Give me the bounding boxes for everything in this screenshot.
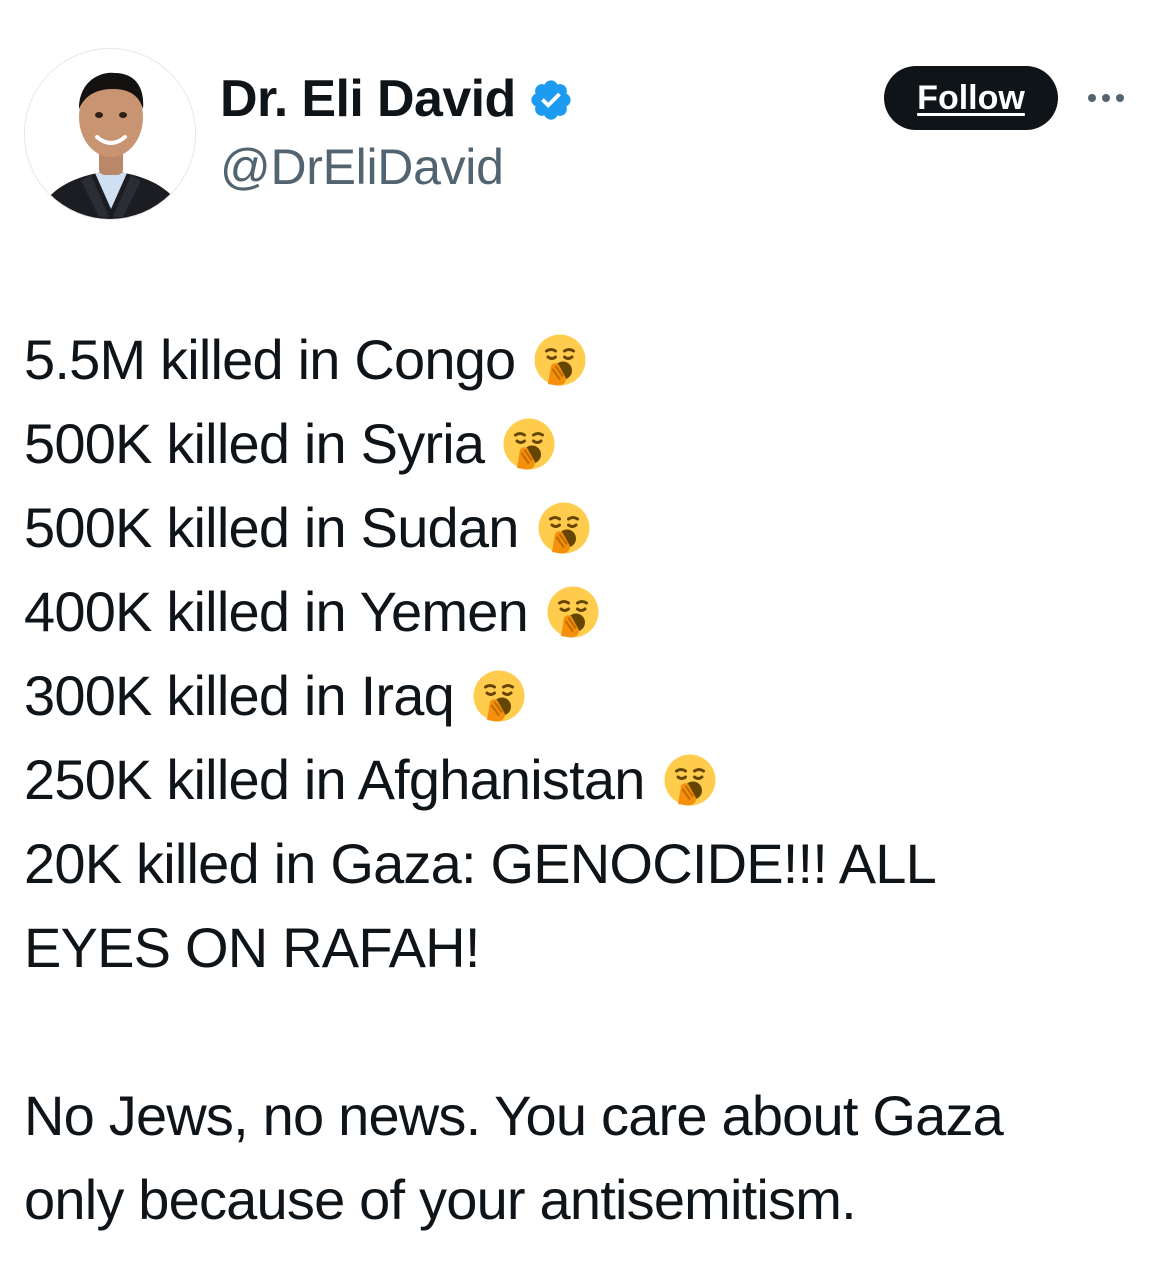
tweet-line-text: No Jews, no news. You care about Gaza — [24, 1084, 1004, 1147]
avatar[interactable] — [24, 48, 196, 220]
tweet-line: 500K killed in Sudan — [24, 486, 1134, 570]
tweet-line: No Jews, no news. You care about Gaza — [24, 1074, 1134, 1158]
tweet-text: 5.5M killed in Congo 500K killed in Syri… — [24, 318, 1134, 1242]
tweet-line-text: 20K killed in Gaza: GENOCIDE!!! ALL — [24, 832, 937, 895]
tweet-line-text: EYES ON RAFAH! — [24, 916, 480, 979]
tweet-line: EYES ON RAFAH! — [24, 906, 1134, 990]
yawning-face-icon — [547, 586, 599, 638]
tweet-line: 300K killed in Iraq — [24, 654, 1134, 738]
yawning-face-icon — [538, 502, 590, 554]
tweet-card: Dr. Eli David @DrEliDavid Follow 5.5M ki… — [0, 0, 1153, 1280]
yawning-face-icon — [473, 670, 525, 722]
yawning-face-icon — [503, 418, 555, 470]
more-horizontal-icon — [1088, 94, 1124, 102]
tweet-line-text: only because of your antisemitism. — [24, 1168, 857, 1231]
tweet-line: 500K killed in Syria — [24, 402, 1134, 486]
tweet-line-text: 400K killed in Yemen — [24, 580, 529, 643]
tweet-line-text: 300K killed in Iraq — [24, 664, 455, 727]
author-display-name[interactable]: Dr. Eli David — [220, 73, 516, 125]
tweet-line: only because of your antisemitism. — [24, 1158, 1134, 1242]
tweet-line: 250K killed in Afghanistan — [24, 738, 1134, 822]
tweet-line: 400K killed in Yemen — [24, 570, 1134, 654]
author-handle[interactable]: @DrEliDavid — [220, 140, 504, 195]
follow-button[interactable]: Follow — [884, 66, 1058, 130]
tweet-line-text: 500K killed in Syria — [24, 412, 485, 475]
verified-badge-icon[interactable] — [528, 77, 574, 123]
tweet-line-text: 5.5M killed in Congo — [24, 328, 516, 391]
tweet-line: 20K killed in Gaza: GENOCIDE!!! ALL — [24, 822, 1134, 906]
yawning-face-icon — [534, 334, 586, 386]
more-options-button[interactable] — [1082, 82, 1130, 114]
tweet-line-text: 500K killed in Sudan — [24, 496, 519, 559]
yawning-face-icon — [664, 754, 716, 806]
tweet-line-text: 250K killed in Afghanistan — [24, 748, 645, 811]
avatar-image — [25, 49, 195, 219]
tweet-line: 5.5M killed in Congo — [24, 318, 1134, 402]
author-name-row: Dr. Eli David — [220, 68, 574, 130]
